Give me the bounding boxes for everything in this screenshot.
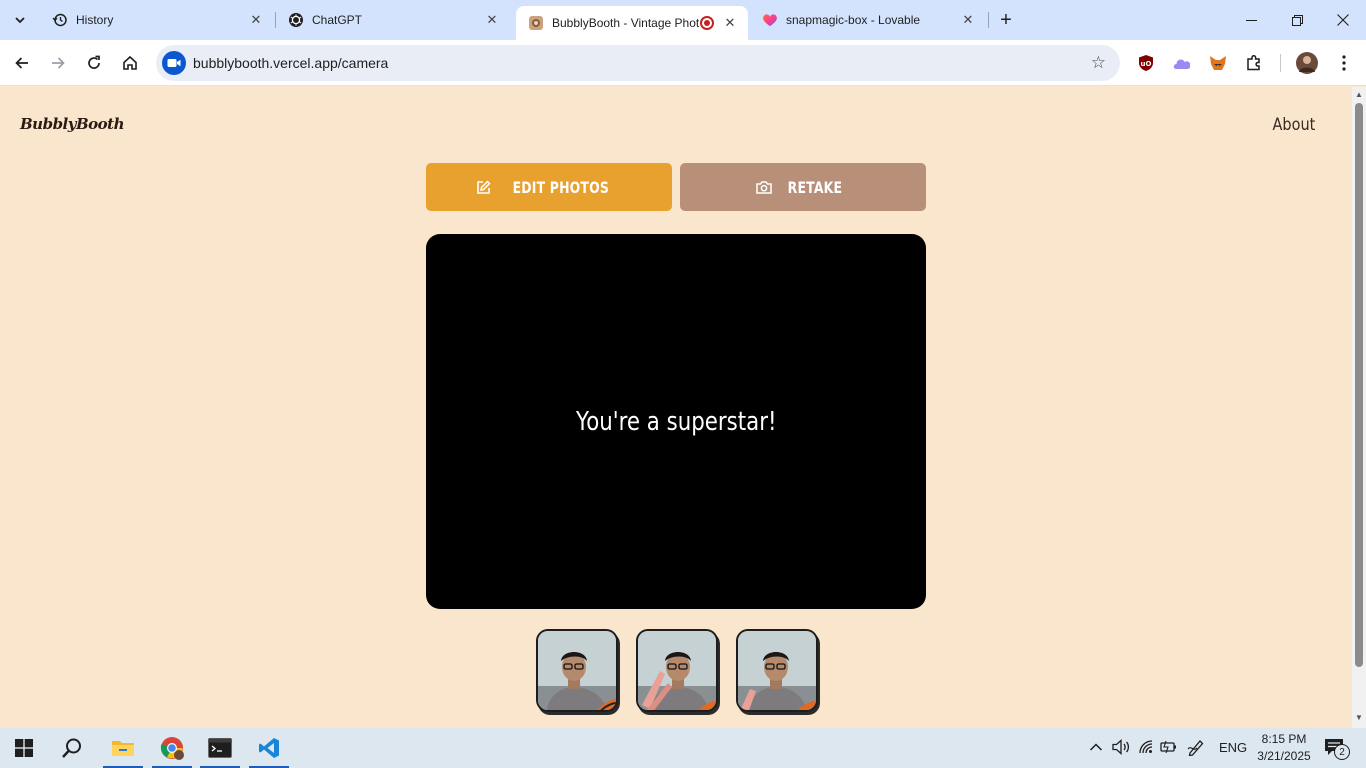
viewer-message: You're a superstar! bbox=[575, 406, 777, 437]
reload-icon[interactable] bbox=[80, 49, 108, 77]
tab-history[interactable]: History ✕ bbox=[40, 0, 274, 40]
show-hidden-icons-chevron-icon[interactable] bbox=[1089, 740, 1103, 755]
windows-taskbar: ENG 8:15 PM 3/21/2025 2 bbox=[0, 728, 1366, 768]
url-text[interactable]: bubblybooth.vercel.app/camera bbox=[193, 55, 388, 71]
page-scrollbar[interactable]: ▲ ▼ bbox=[1352, 87, 1366, 728]
scroll-down-arrow-icon[interactable]: ▼ bbox=[1355, 713, 1363, 722]
extensions-puzzle-icon[interactable] bbox=[1243, 52, 1265, 74]
photo-thumbnail[interactable] bbox=[536, 629, 618, 712]
site-logo[interactable]: BubblyBooth bbox=[20, 115, 125, 133]
camera-icon bbox=[756, 180, 772, 194]
new-tab-plus-icon[interactable]: + bbox=[994, 8, 1018, 32]
close-tab-icon[interactable]: ✕ bbox=[960, 12, 976, 28]
search-icon[interactable] bbox=[50, 728, 94, 768]
cloud-extension-icon[interactable] bbox=[1171, 52, 1193, 74]
tab-lovable[interactable]: snapmagic-box - Lovable ✕ bbox=[750, 0, 986, 40]
battery-icon[interactable] bbox=[1160, 739, 1178, 758]
bubblybooth-favicon bbox=[528, 15, 544, 31]
chatgpt-icon bbox=[288, 12, 304, 28]
retake-button[interactable]: RETAKE bbox=[680, 163, 926, 211]
close-tab-icon[interactable]: ✕ bbox=[248, 12, 264, 28]
file-explorer-icon[interactable] bbox=[101, 728, 145, 768]
recording-indicator-icon bbox=[700, 16, 714, 30]
pen-workspace-icon[interactable] bbox=[1187, 738, 1205, 759]
retake-label: RETAKE bbox=[787, 177, 843, 197]
nav-about-link[interactable]: About bbox=[1272, 115, 1315, 135]
address-bar[interactable]: bubblybooth.vercel.app/camera ☆ bbox=[156, 45, 1120, 81]
vscode-icon[interactable] bbox=[247, 728, 291, 768]
edit-photos-button[interactable]: EDIT PHOTOS bbox=[426, 163, 672, 211]
tab-title: snapmagic-box - Lovable bbox=[786, 13, 921, 27]
camera-viewer: You're a superstar! bbox=[426, 234, 926, 609]
windows-start-icon[interactable] bbox=[2, 728, 46, 768]
notification-center-icon[interactable]: 2 bbox=[1324, 738, 1350, 760]
metamask-fox-icon[interactable] bbox=[1207, 52, 1229, 74]
clock[interactable]: 8:15 PM 3/21/2025 bbox=[1252, 731, 1316, 765]
clock-date: 3/21/2025 bbox=[1257, 749, 1311, 763]
browser-tab-bar: History ✕ ChatGPT ✕ BubblyBooth - Vintag… bbox=[0, 0, 1366, 40]
photo-thumbnail[interactable] bbox=[736, 629, 818, 712]
edit-photos-label: EDIT PHOTOS bbox=[512, 177, 609, 197]
browser-toolbar: bubblybooth.vercel.app/camera ☆ uO bbox=[0, 40, 1366, 86]
tab-bubblybooth[interactable]: BubblyBooth - Vintage Phot ✕ bbox=[516, 6, 748, 40]
back-arrow-icon[interactable] bbox=[8, 49, 36, 77]
forward-arrow-icon[interactable] bbox=[44, 49, 72, 77]
home-icon[interactable] bbox=[116, 49, 144, 77]
clock-time: 8:15 PM bbox=[1261, 732, 1307, 746]
minimize-window-icon[interactable] bbox=[1228, 0, 1274, 40]
tab-title: ChatGPT bbox=[312, 13, 363, 27]
photo-thumbnail[interactable] bbox=[636, 629, 718, 712]
tab-title: BubblyBooth - Vintage Phot bbox=[552, 16, 700, 30]
tab-separator bbox=[988, 12, 989, 28]
restore-window-icon[interactable] bbox=[1274, 0, 1320, 40]
volume-icon[interactable] bbox=[1112, 739, 1130, 758]
browser-menu-icon[interactable] bbox=[1333, 52, 1355, 74]
network-icon[interactable] bbox=[1138, 739, 1154, 758]
profile-avatar[interactable] bbox=[1296, 52, 1318, 74]
svg-text:uO: uO bbox=[1141, 60, 1152, 68]
bookmark-star-icon[interactable]: ☆ bbox=[1091, 53, 1106, 73]
tab-chatgpt[interactable]: ChatGPT ✕ bbox=[276, 0, 510, 40]
scroll-up-arrow-icon[interactable]: ▲ bbox=[1355, 90, 1363, 99]
tab-search-chevron-icon[interactable] bbox=[8, 8, 32, 32]
close-tab-icon[interactable]: ✕ bbox=[484, 12, 500, 28]
close-tab-icon[interactable]: ✕ bbox=[722, 15, 738, 31]
close-window-icon[interactable] bbox=[1320, 0, 1366, 40]
history-icon bbox=[52, 12, 68, 28]
notification-count-badge: 2 bbox=[1334, 744, 1350, 760]
scrollbar-thumb[interactable] bbox=[1355, 103, 1363, 667]
ublock-origin-icon[interactable]: uO bbox=[1135, 52, 1157, 74]
language-indicator[interactable]: ENG bbox=[1219, 740, 1247, 755]
lovable-heart-icon bbox=[762, 12, 778, 28]
bubblybooth-page: BubblyBooth About EDIT PHOTOS RETAKE You… bbox=[0, 87, 1352, 728]
camera-in-use-icon[interactable] bbox=[162, 51, 186, 75]
tab-title: History bbox=[76, 13, 114, 27]
terminal-icon[interactable] bbox=[198, 728, 242, 768]
toolbar-divider bbox=[1280, 54, 1281, 72]
edit-pencil-icon bbox=[476, 179, 491, 195]
chrome-icon[interactable] bbox=[150, 728, 194, 768]
